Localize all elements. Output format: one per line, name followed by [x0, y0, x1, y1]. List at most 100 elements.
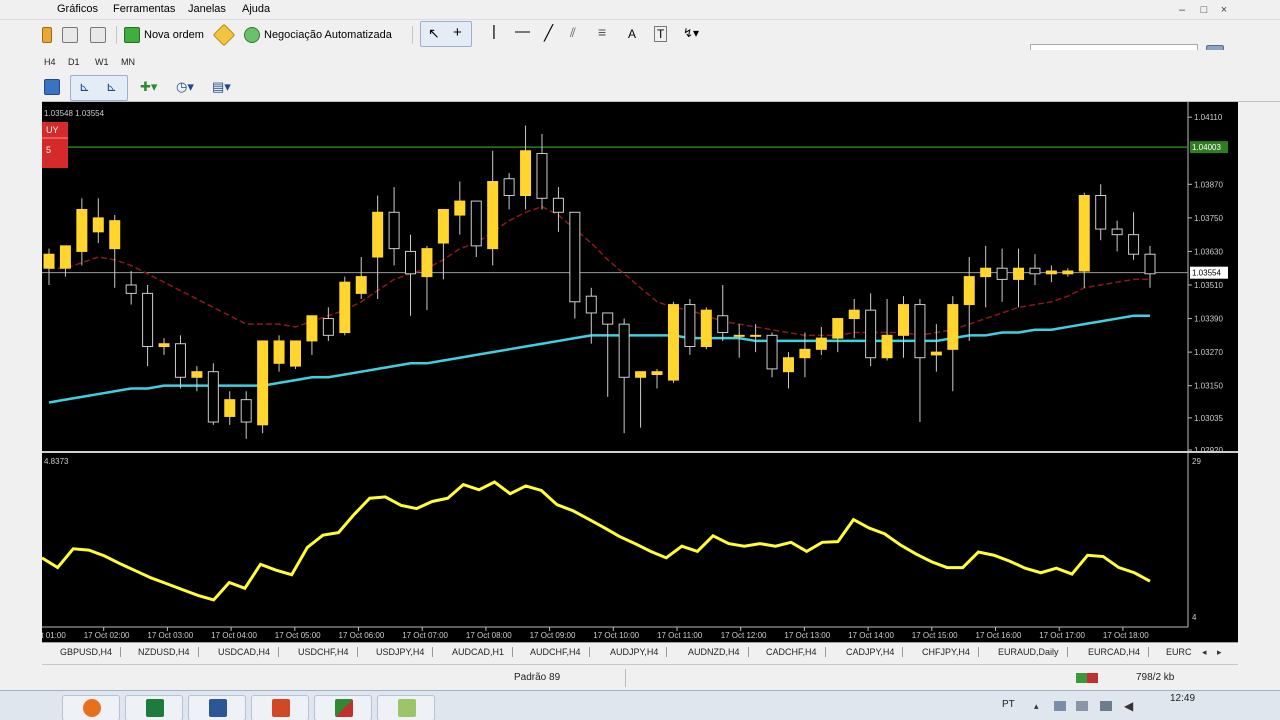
cursor-arrow-icon[interactable]: ↖	[428, 25, 440, 42]
candle-body-bear	[1095, 194, 1107, 230]
volume-icon[interactable]: ◀	[1124, 699, 1133, 713]
tab-usdjpy[interactable]: USDJPY,H4	[376, 647, 434, 657]
crosshair-icon[interactable]: +	[453, 24, 462, 41]
buy-button-label[interactable]: UY	[46, 125, 59, 135]
taskbar-firefox[interactable]	[62, 695, 120, 720]
tray-app-icon[interactable]	[1054, 701, 1066, 711]
autoscroll-icon[interactable]: ⊾	[79, 79, 90, 95]
timeframe-mn[interactable]: MN	[121, 57, 135, 67]
clock-time[interactable]: 12:49	[1170, 693, 1195, 704]
tab-eurcad[interactable]: EURCAD,H4	[1088, 647, 1150, 657]
tray-app-icon[interactable]	[1076, 701, 1088, 711]
candle-body-bull	[832, 318, 844, 339]
time-axis-label: 17 Oct 03:00	[147, 631, 193, 640]
standard-toolbar: Nova ordem Negociação Automatizada ↖ + |…	[0, 20, 1280, 64]
shapes-dropdown-icon[interactable]: ↯▾	[683, 26, 699, 40]
fibonacci-icon[interactable]: ≡	[598, 24, 606, 40]
tab-audnzd[interactable]: AUDNZD,H4	[688, 647, 749, 657]
candle	[700, 307, 712, 350]
timeframe-w1[interactable]: W1	[95, 57, 109, 67]
trendline-icon[interactable]: ╱	[544, 24, 553, 42]
new-order-button[interactable]: Nova ordem	[124, 24, 204, 46]
tab-usdcad[interactable]: USDCAD,H4	[218, 647, 280, 657]
tab-euraud[interactable]: EURAUD,Daily	[998, 647, 1068, 657]
candle-body-bull	[109, 220, 121, 250]
tab-scroll-right-icon[interactable]: ▸	[1217, 647, 1222, 658]
candle-body-bull	[1062, 270, 1074, 275]
chart-window[interactable]: 1.04110 1.03870 1.03750 1.03630 1.03510 1.033…	[20, 102, 1238, 642]
templates-dropdown-icon[interactable]: ▤▾	[212, 79, 231, 95]
candle-body-bull	[733, 334, 745, 337]
candle	[667, 301, 679, 383]
taskbar-excel[interactable]	[125, 695, 183, 720]
candle-body-bear	[1111, 228, 1123, 236]
vertical-line-icon[interactable]: |	[492, 23, 496, 40]
taskbar-word[interactable]	[188, 695, 246, 720]
zoom-icon[interactable]	[90, 27, 106, 43]
taskbar-metatrader[interactable]	[314, 695, 372, 720]
chart-grid-icon[interactable]	[44, 79, 60, 95]
network-icon[interactable]	[1100, 701, 1112, 711]
candle-body-bear	[569, 211, 581, 303]
tab-cadjpy[interactable]: CADJPY,H4	[846, 647, 904, 657]
tab-eurc[interactable]: EURC	[1166, 647, 1200, 657]
taskbar-app[interactable]	[377, 695, 435, 720]
time-axis-label: 17 Oct 15:00	[912, 631, 958, 640]
close-button[interactable]: ×	[1216, 2, 1232, 18]
language-indicator[interactable]: PT	[1002, 699, 1015, 710]
time-axis-label: 17 Oct 01:00	[42, 631, 66, 640]
candle-body-bear	[174, 343, 186, 378]
minimize-button[interactable]: –	[1174, 2, 1190, 18]
channel-icon[interactable]: ⫽	[570, 25, 576, 41]
candle-body-bull	[898, 304, 910, 336]
text-label-icon[interactable]: T	[654, 26, 668, 42]
navigator-icon[interactable]	[62, 27, 78, 43]
indicators-dropdown-icon[interactable]: ✚▾	[140, 79, 157, 95]
price-chart[interactable]: 1.04110 1.03870 1.03750 1.03630 1.03510 1.033…	[20, 102, 1238, 642]
tab-gbpusd[interactable]: GBPUSD,H4	[60, 647, 122, 657]
profiles-icon[interactable]	[42, 27, 52, 43]
tray-expand-icon[interactable]: ▴	[1034, 701, 1039, 712]
candle-body-bear	[405, 250, 417, 275]
menu-ferramentas[interactable]: Ferramentas	[113, 3, 175, 15]
menu-janelas[interactable]: Janelas	[188, 3, 226, 15]
candle-body-bull	[191, 371, 203, 378]
metaeditor-icon[interactable]	[212, 23, 236, 47]
candle	[339, 276, 351, 336]
time-axis-label: 17 Oct 16:00	[976, 631, 1022, 640]
ohlc-header: 1.03548 1.03554	[44, 109, 105, 118]
tab-chfjpy[interactable]: CHFJPY,H4	[922, 647, 979, 657]
text-tool-icon[interactable]: A	[628, 27, 636, 41]
chart-toolbar: ⊾ ⊾ ✚▾ ◷▾ ▤▾	[0, 74, 1280, 102]
candle-body-bull	[799, 348, 811, 359]
tab-usdchf[interactable]: USDCHF,H4	[298, 647, 358, 657]
candle-body-bear	[914, 304, 926, 359]
taskbar-powerpoint[interactable]	[251, 695, 309, 720]
period-dropdown-icon[interactable]: ◷▾	[176, 79, 194, 95]
candle	[257, 340, 269, 434]
price-axis-label: 1.03510	[1194, 281, 1223, 290]
menu-graficos[interactable]: Gráficos	[57, 3, 98, 15]
tab-nzdusd[interactable]: NZDUSD,H4	[138, 647, 199, 657]
candle-body-bear	[470, 200, 482, 247]
timeframe-d1[interactable]: D1	[68, 57, 80, 67]
auto-trading-button[interactable]: Negociação Automatizada	[244, 24, 392, 46]
chart-shift-icon[interactable]: ⊾	[106, 79, 117, 95]
candle-body-bear	[1128, 234, 1140, 255]
tab-cadchf[interactable]: CADCHF,H4	[766, 647, 826, 657]
tab-audchf[interactable]: AUDCHF,H4	[530, 647, 590, 657]
candle-body-bull	[980, 267, 992, 278]
horizontal-line-icon[interactable]: —	[515, 23, 530, 40]
timeframe-h4[interactable]: H4	[44, 57, 56, 67]
tab-audjpy[interactable]: AUDJPY,H4	[610, 647, 668, 657]
time-axis-label: 17 Oct 12:00	[721, 631, 767, 640]
tab-audcad[interactable]: AUDCAD,H1	[452, 647, 514, 657]
tab-scroll-left-icon[interactable]: ◂	[1202, 647, 1207, 658]
restore-button[interactable]: □	[1196, 2, 1212, 18]
candle-body-bull	[437, 208, 449, 244]
menu-ajuda[interactable]: Ajuda	[242, 3, 270, 15]
candle-body-bull	[257, 340, 269, 426]
candle-body-bull	[92, 217, 104, 233]
price-axis-label: 1.03630	[1194, 247, 1223, 256]
right-frame	[1238, 102, 1280, 690]
